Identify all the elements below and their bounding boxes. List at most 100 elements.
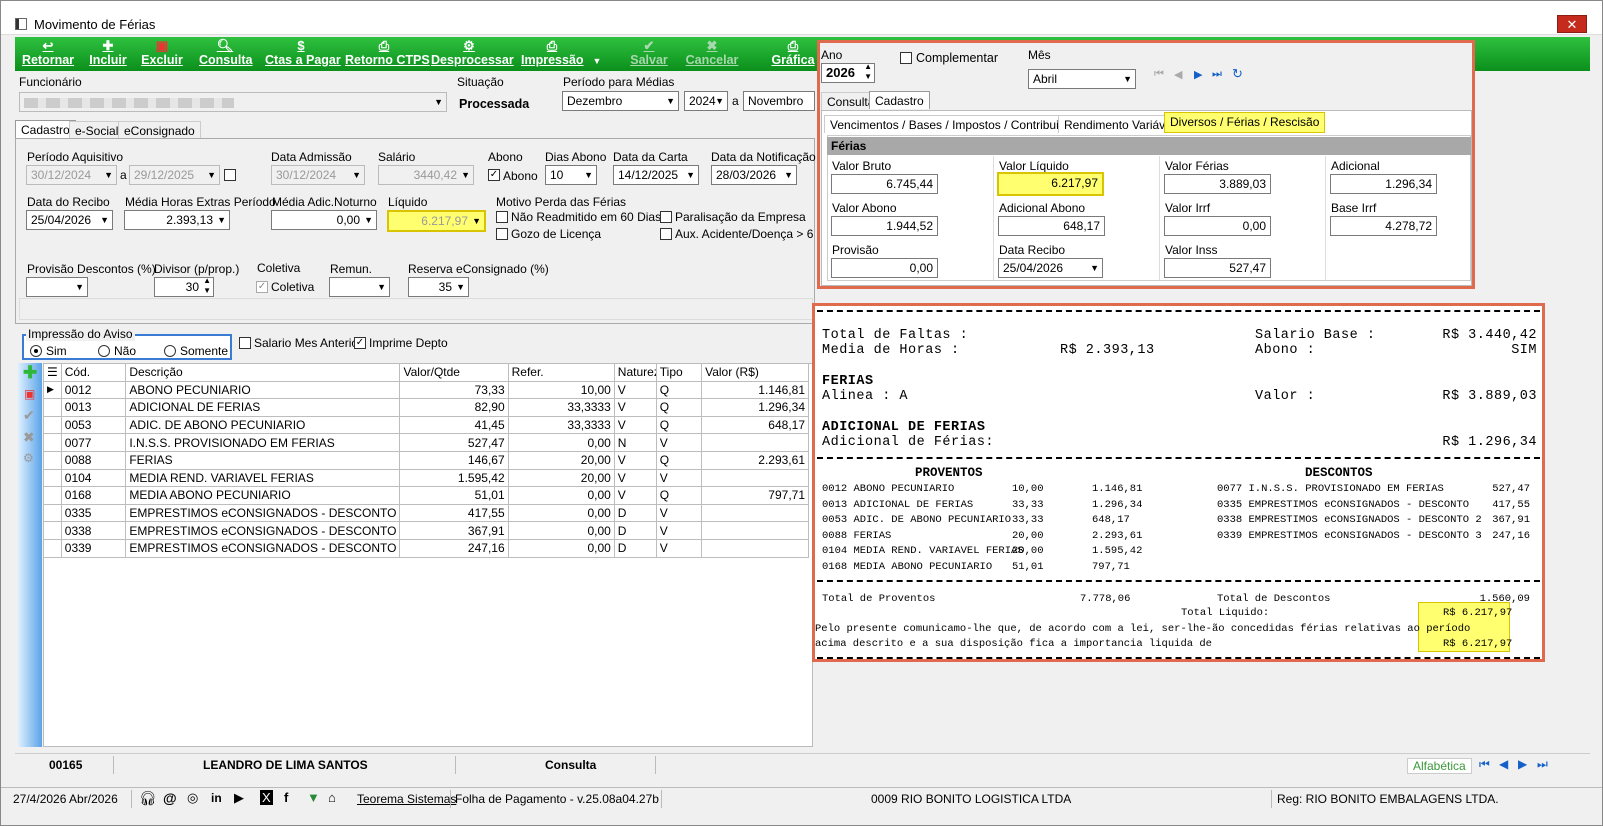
- pa-inicio-select[interactable]: 30/12/2024: [26, 165, 117, 185]
- cell-natureza[interactable]: V: [613, 415, 657, 435]
- grid-header-descricao[interactable]: Descrição: [125, 363, 401, 382]
- row-indicator[interactable]: ▶: [43, 380, 62, 400]
- reserva-select[interactable]: 35: [408, 277, 469, 297]
- previous-record-icon[interactable]: ◀: [1174, 68, 1182, 81]
- grafica-button[interactable]: ⎙ Gráfica: [771, 37, 815, 71]
- last-record-icon[interactable]: ⏭: [1212, 68, 1222, 81]
- check-icon[interactable]: ✔: [23, 407, 35, 424]
- first-record-icon[interactable]: ⏮: [1479, 757, 1490, 772]
- aviso-somente-radio[interactable]: [164, 345, 176, 357]
- cell-cod[interactable]: 0053: [60, 415, 127, 435]
- cell-tipo[interactable]: V: [655, 468, 703, 488]
- data-notificacao-select[interactable]: 28/03/2026: [711, 165, 797, 185]
- cancel-icon[interactable]: ✖: [23, 429, 35, 446]
- remun-select[interactable]: [329, 277, 390, 297]
- subtab-rendimento[interactable]: Rendimento Variável: [1058, 115, 1181, 133]
- table-row[interactable]: 0104 MEDIA REND. VARIAVEL FERIAS 1.595,42 2…: [43, 468, 809, 488]
- retornar-button[interactable]: ↩ Retornar: [19, 37, 77, 71]
- ctas-pagar-button[interactable]: $ Ctas a Pagar: [265, 37, 341, 71]
- facebook-icon[interactable]: f: [284, 790, 288, 805]
- abono-checkbox[interactable]: ✓: [488, 169, 500, 181]
- cell-descricao[interactable]: MEDIA REND. VARIAVEL FERIAS: [125, 468, 401, 488]
- media-adic-field[interactable]: 0,00: [271, 210, 377, 230]
- cell-natureza[interactable]: D: [613, 503, 657, 523]
- row-indicator[interactable]: [43, 503, 62, 523]
- cell-tipo[interactable]: Q: [655, 380, 703, 400]
- cell-valor[interactable]: 648,17: [701, 415, 809, 435]
- adicional-abono-field[interactable]: 648,17: [998, 216, 1105, 236]
- cell-natureza[interactable]: V: [613, 398, 657, 417]
- row-indicator[interactable]: [43, 450, 62, 470]
- cell-valor-qtde[interactable]: 73,33: [399, 380, 509, 400]
- add-row-icon[interactable]: ✚: [23, 363, 37, 383]
- cell-natureza[interactable]: V: [613, 380, 657, 400]
- data-recibo-overlay-select[interactable]: 25/04/2026: [998, 258, 1103, 278]
- cell-descricao[interactable]: MEDIA ABONO PECUNIARIO: [125, 486, 401, 505]
- table-row[interactable]: 0338 EMPRESTIMOS eCONSIGNADOS - DESCONTO 3…: [43, 521, 809, 540]
- cell-cod[interactable]: 0077: [60, 433, 127, 452]
- cell-cod[interactable]: 0088: [60, 450, 127, 470]
- salvar-button[interactable]: ✔ Salvar: [629, 37, 669, 71]
- cell-valor-qtde[interactable]: 82,90: [399, 398, 509, 417]
- cell-natureza[interactable]: N: [613, 433, 657, 452]
- cell-valor-qtde[interactable]: 367,91: [399, 521, 509, 540]
- periodo-fim-mes-select[interactable]: Novembro: [743, 91, 815, 111]
- cell-descricao[interactable]: ABONO PECUNIARIO: [125, 380, 401, 400]
- cell-tipo[interactable]: Q: [655, 486, 703, 505]
- valor-inss-field[interactable]: 527,47: [1164, 258, 1271, 278]
- close-button[interactable]: ✕: [1557, 15, 1587, 33]
- base-irrf-field[interactable]: 4.278,72: [1330, 216, 1437, 236]
- cancelar-button[interactable]: ✖ Cancelar: [685, 37, 739, 71]
- table-row[interactable]: 0168 MEDIA ABONO PECUNIARIO 51,01 0,00 V Q 797…: [43, 486, 809, 505]
- cell-natureza[interactable]: V: [613, 486, 657, 505]
- table-row[interactable]: 0339 EMPRESTIMOS eCONSIGNADOS - DESCONTO 2…: [43, 538, 809, 558]
- tab-cadastro[interactable]: Cadastro: [15, 120, 76, 138]
- cell-refer[interactable]: 33,3333: [507, 398, 615, 417]
- tab-econsignado[interactable]: eConsignado: [118, 121, 201, 139]
- headset-icon[interactable]: 🎧︎: [139, 790, 157, 807]
- cell-descricao[interactable]: ADICIONAL DE FERIAS: [125, 398, 401, 417]
- aux-acidente-checkbox[interactable]: [660, 228, 672, 240]
- cell-natureza[interactable]: V: [613, 450, 657, 470]
- cell-valor[interactable]: [701, 468, 809, 488]
- table-row[interactable]: 0335 EMPRESTIMOS eCONSIGNADOS - DESCONTO 4…: [43, 503, 809, 523]
- cell-valor-qtde[interactable]: 51,01: [399, 486, 509, 505]
- cell-tipo[interactable]: V: [655, 503, 703, 523]
- next-record-icon[interactable]: ▶: [1194, 68, 1202, 81]
- cell-descricao[interactable]: EMPRESTIMOS eCONSIGNADOS - DESCONTO: [125, 503, 401, 523]
- cell-valor[interactable]: 797,71: [701, 486, 809, 505]
- last-record-icon[interactable]: ⏭: [1537, 757, 1548, 772]
- linkedin-icon[interactable]: in: [211, 791, 222, 805]
- impressao-button[interactable]: ⎙ Impressão: [521, 37, 584, 71]
- mes-select[interactable]: Abril: [1028, 69, 1136, 89]
- teorema-link[interactable]: Teorema Sistemas: [357, 792, 456, 806]
- grid-header-natureza[interactable]: Natureza: [613, 363, 657, 382]
- cell-valor[interactable]: 1.146,81: [701, 380, 809, 400]
- data-admissao-select[interactable]: 30/12/2024: [271, 165, 365, 185]
- cell-descricao[interactable]: FERIAS: [125, 450, 401, 470]
- grid-header-refer[interactable]: Refer.: [507, 363, 615, 382]
- provisao-select[interactable]: [26, 277, 88, 297]
- row-indicator[interactable]: [43, 415, 62, 435]
- grid-header-valor-qtde[interactable]: Valor/Qtde: [399, 363, 509, 382]
- grid-header-indicator[interactable]: ☰: [43, 363, 62, 382]
- cell-tipo[interactable]: Q: [655, 398, 703, 417]
- table-row[interactable]: 0013 ADICIONAL DE FERIAS 82,90 33,3333 V Q 1.2…: [43, 398, 809, 417]
- provisao-overlay-field[interactable]: 0,00: [831, 258, 938, 278]
- periodo-inicio-ano-select[interactable]: 2024: [684, 91, 728, 111]
- cell-refer[interactable]: 10,00: [507, 380, 615, 400]
- cell-descricao[interactable]: I.N.S.S. PROVISIONADO EM FERIAS: [125, 433, 401, 452]
- aviso-nao-radio[interactable]: [98, 345, 110, 357]
- cell-cod[interactable]: 0012: [60, 380, 127, 400]
- divisor-stepper[interactable]: 30 ▲ ▼: [154, 277, 214, 297]
- cell-tipo[interactable]: V: [655, 433, 703, 452]
- valor-liquido-field[interactable]: 6.217,97: [997, 172, 1104, 196]
- tab-overlay-cadastro[interactable]: Cadastro: [869, 91, 930, 109]
- cell-cod[interactable]: 0168: [60, 486, 127, 505]
- previous-record-icon[interactable]: ◀: [1499, 757, 1508, 771]
- cell-natureza[interactable]: D: [613, 521, 657, 540]
- pa-checkbox[interactable]: [224, 169, 236, 181]
- email-icon[interactable]: @: [163, 790, 177, 806]
- cell-refer[interactable]: 20,00: [507, 450, 615, 470]
- cell-valor-qtde[interactable]: 1.595,42: [399, 468, 509, 488]
